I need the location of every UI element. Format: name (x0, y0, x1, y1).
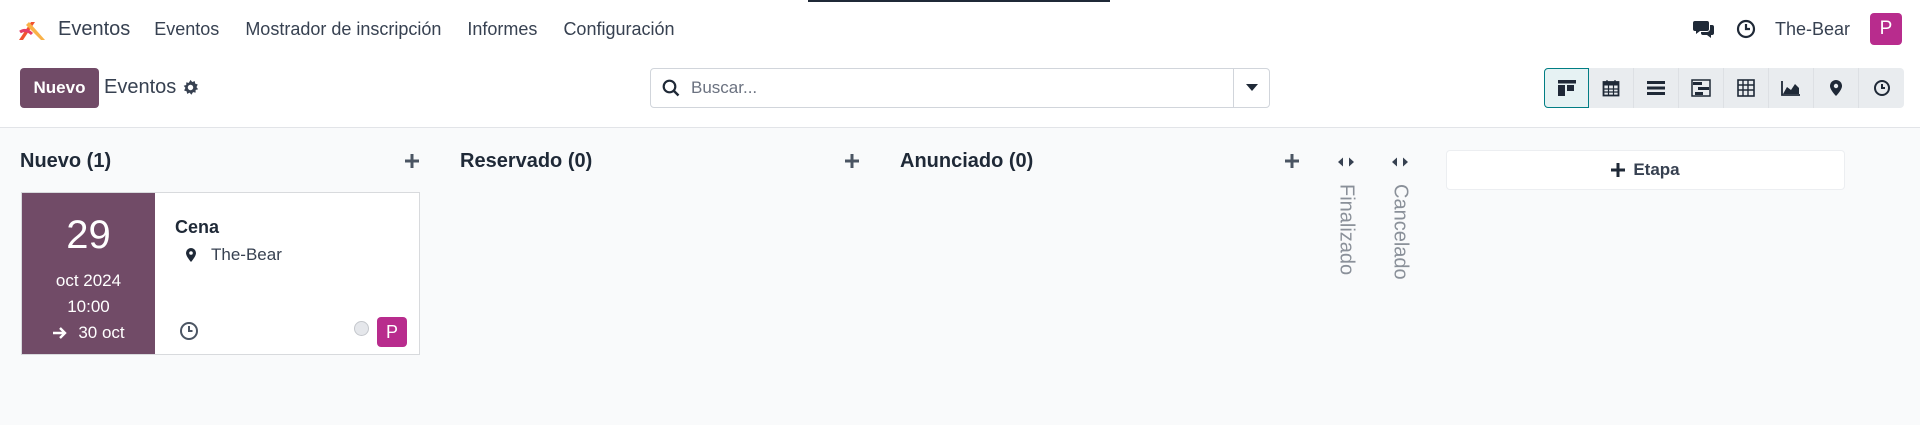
add-stage-label: Etapa (1633, 160, 1680, 179)
search-bar (650, 68, 1270, 108)
event-location-text: The-Bear (211, 245, 282, 264)
view-switcher (1544, 68, 1904, 108)
event-month-year: oct 2024 (55, 271, 122, 290)
page-title: Eventos (104, 76, 177, 98)
event-date-block: 29 oct 2024 10:00 30 oct (22, 193, 155, 354)
event-time: 10:00 (67, 297, 110, 316)
graph-icon[interactable] (1769, 68, 1814, 108)
kanban-state-indicator[interactable] (354, 321, 369, 336)
app-logo-icon[interactable] (14, 11, 50, 47)
navbar-systray: The-Bear P (1677, 0, 1902, 58)
search-icon (651, 79, 691, 97)
plus-icon (1611, 163, 1626, 177)
new-button[interactable]: Nuevo (20, 68, 99, 108)
breadcrumb: Eventos (104, 76, 199, 99)
event-title: Cena (175, 217, 220, 237)
expand-arrows-icon (1392, 157, 1408, 167)
activity-clock-icon[interactable] (1731, 14, 1761, 44)
event-card-body: Cena The-Bear P (155, 193, 419, 354)
column-title: Reservado (0) (460, 150, 593, 172)
menu-item-configuracion[interactable]: Configuración (563, 19, 674, 40)
pivot-icon[interactable] (1724, 68, 1769, 108)
expand-arrows-icon (1338, 157, 1354, 167)
arrow-right-icon (53, 327, 68, 339)
chevron-down-icon (1245, 84, 1258, 91)
column-title: Anunciado (0) (900, 150, 1034, 172)
event-card[interactable]: 29 oct 2024 10:00 30 oct Cena The-Bear P (21, 192, 420, 355)
quick-create-nuevo-plus-icon[interactable] (402, 151, 422, 171)
add-stage-button[interactable]: Etapa (1446, 150, 1845, 190)
folded-column-finalizado[interactable]: Finalizado (1331, 156, 1361, 275)
column-header-reservado: Reservado (0) (460, 150, 592, 173)
company-switcher[interactable]: The-Bear (1775, 19, 1850, 40)
calendar-icon[interactable] (1589, 68, 1634, 108)
event-location: The-Bear (185, 245, 282, 265)
event-end-date: 30 oct (52, 323, 125, 343)
folded-column-label: Finalizado (1335, 184, 1358, 276)
kanban-icon[interactable] (1544, 68, 1589, 108)
top-strip (808, 0, 1110, 2)
main-menu: Eventos Mostrador de inscripción Informe… (154, 19, 700, 40)
column-header-anunciado: Anunciado (0) (900, 150, 1033, 173)
menu-item-eventos[interactable]: Eventos (154, 19, 219, 40)
list-icon[interactable] (1634, 68, 1679, 108)
user-avatar[interactable]: P (1870, 13, 1902, 45)
column-header-nuevo: Nuevo (1) (20, 150, 111, 173)
responsible-avatar[interactable]: P (377, 317, 407, 347)
gear-icon[interactable] (182, 79, 199, 96)
location-pin-icon (186, 248, 196, 262)
chat-icon[interactable] (1689, 14, 1719, 44)
activity-clock-icon[interactable] (179, 321, 199, 346)
search-options-toggle[interactable] (1233, 69, 1269, 107)
app-name[interactable]: Eventos (58, 18, 130, 41)
event-end-text: 30 oct (78, 323, 125, 342)
event-day: 29 (66, 213, 111, 257)
search-input[interactable] (691, 78, 1233, 98)
folded-column-label: Cancelado (1389, 184, 1412, 280)
folded-column-cancelado[interactable]: Cancelado (1385, 156, 1415, 280)
quick-create-anunciado-plus-icon[interactable] (1282, 151, 1302, 171)
column-title: Nuevo (1) (20, 150, 112, 172)
quick-create-reservado-plus-icon[interactable] (842, 151, 862, 171)
menu-item-mostrador[interactable]: Mostrador de inscripción (245, 19, 441, 40)
top-navbar: Eventos Eventos Mostrador de inscripción… (0, 0, 1920, 58)
control-panel: Nuevo Eventos (0, 58, 1920, 128)
activity-icon[interactable] (1859, 68, 1904, 108)
gantt-icon[interactable] (1679, 68, 1724, 108)
map-icon[interactable] (1814, 68, 1859, 108)
menu-item-informes[interactable]: Informes (467, 19, 537, 40)
